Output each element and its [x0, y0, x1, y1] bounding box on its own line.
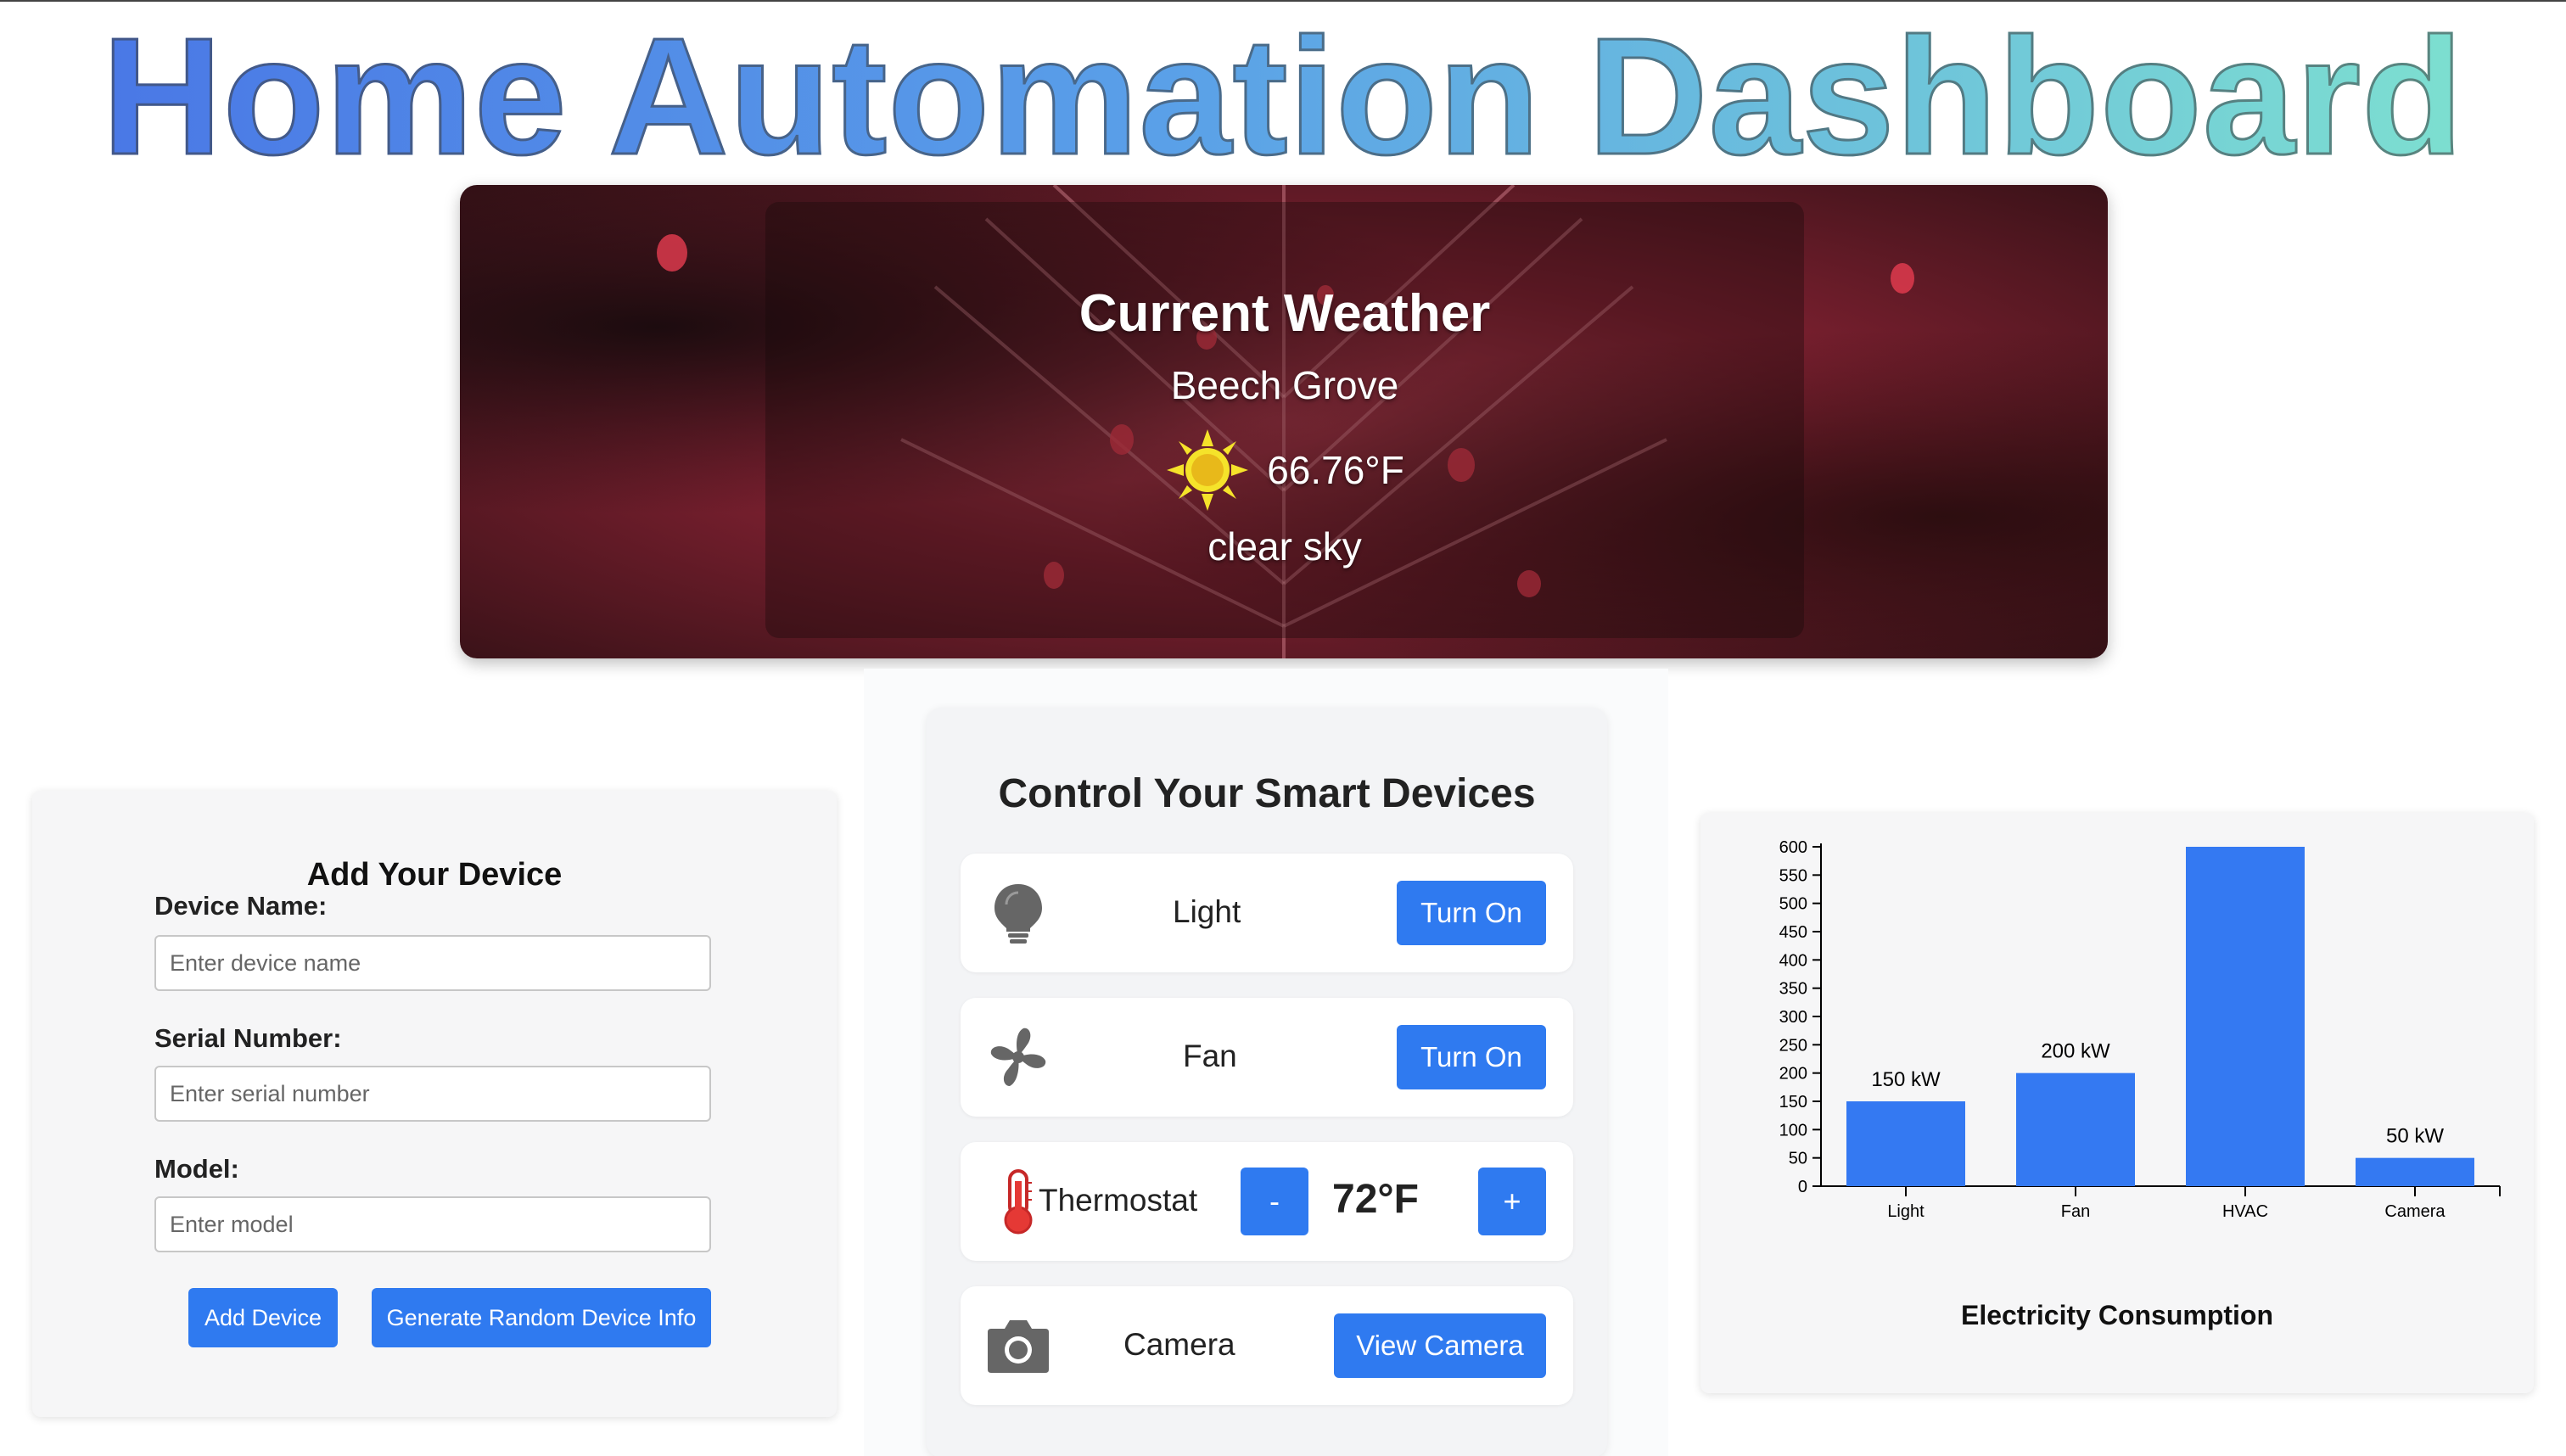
x-tick-label: Camera	[2384, 1202, 2446, 1221]
thermostat-increase-button[interactable]: +	[1478, 1168, 1546, 1235]
y-tick-label: 300	[1779, 1008, 1807, 1027]
camera-icon	[988, 1320, 1049, 1373]
weather-banner: Current Weather Beech Grove 66.76°F clea…	[460, 185, 2108, 658]
add-device-title: Add Your Device	[306, 857, 563, 893]
device-name-light: Light	[1173, 894, 1241, 929]
page-title: Home Automation Dashboard	[0, 10, 2566, 182]
device-row-fan: Fan Turn On	[961, 998, 1573, 1117]
device-name-input[interactable]	[154, 935, 711, 991]
page-title-text: Home Automation Dashboard	[101, 3, 2465, 189]
data-label: 150 kW	[1871, 1068, 1941, 1091]
data-label: 200 kW	[2041, 1040, 2110, 1063]
y-tick-label: 400	[1779, 951, 1807, 970]
lightbulb-icon	[994, 884, 1042, 944]
y-tick-label: 50	[1789, 1150, 1807, 1168]
serial-number-label: Serial Number:	[154, 1023, 342, 1053]
device-row-camera: Camera View Camera	[961, 1286, 1573, 1405]
sun-icon	[1167, 429, 1249, 511]
x-tick-label: HVAC	[2222, 1202, 2268, 1221]
fan-turn-on-button[interactable]: Turn On	[1397, 1025, 1546, 1089]
model-input[interactable]	[154, 1196, 711, 1252]
weather-description: clear sky	[1207, 524, 1362, 568]
light-turn-on-button[interactable]: Turn On	[1397, 881, 1546, 945]
bar-camera	[2356, 1157, 2474, 1186]
fan-icon	[990, 1028, 1046, 1086]
chart-caption: Electricity Consumption	[1960, 1300, 2274, 1330]
y-tick-label: 450	[1779, 923, 1807, 942]
weather-temp-row: 66.76°F	[765, 423, 1804, 517]
control-panel-title: Control Your Smart Devices	[998, 771, 1536, 816]
y-tick-label: 0	[1798, 1178, 1807, 1196]
device-row-thermostat: Thermostat - 72°F +	[961, 1142, 1573, 1261]
device-name-fan: Fan	[1183, 1039, 1237, 1073]
serial-number-input[interactable]	[154, 1066, 711, 1122]
y-tick-label: 150	[1779, 1093, 1807, 1112]
thermostat-decrease-button[interactable]: -	[1241, 1168, 1308, 1235]
x-tick-label: Fan	[2061, 1202, 2090, 1221]
weather-temperature: 66.76°F	[1267, 448, 1404, 492]
y-tick-label: 350	[1779, 980, 1807, 999]
y-tick-label: 250	[1779, 1036, 1807, 1055]
device-name-camera: Camera	[1123, 1327, 1235, 1362]
y-tick-label: 600	[1779, 838, 1807, 857]
weather-city: Beech Grove	[1170, 363, 1399, 407]
thermostat-value: 72°F	[1332, 1177, 1419, 1222]
weather-heading: Current Weather	[1079, 284, 1491, 343]
y-tick-label: 550	[1779, 866, 1807, 885]
device-name-label: Device Name:	[154, 891, 328, 921]
x-tick-label: Light	[1887, 1202, 1924, 1221]
view-camera-button[interactable]: View Camera	[1334, 1313, 1546, 1378]
bar-hvac	[2186, 847, 2305, 1186]
data-label: 50 kW	[2386, 1125, 2444, 1148]
weather-card: Current Weather Beech Grove 66.76°F clea…	[765, 202, 1804, 638]
y-tick-label: 500	[1779, 895, 1807, 914]
y-tick-label: 100	[1779, 1121, 1807, 1140]
electricity-bar-chart: 0 50 100 150 200 250 300 350 400 450 500 550 600 Ligh…	[1779, 838, 2501, 1221]
device-name-thermostat: Thermostat	[1039, 1183, 1198, 1218]
y-tick-label: 200	[1779, 1065, 1807, 1084]
electricity-chart-panel: 0 50 100 150 200 250 300 350 400 450 500 550 600 Ligh…	[1700, 813, 2534, 1393]
control-panel: Control Your Smart Devices Light Turn On…	[927, 708, 1607, 1456]
device-row-light: Light Turn On	[961, 854, 1573, 972]
add-device-panel: Add Your Device Device Name: Serial Numb…	[32, 791, 837, 1417]
bar-fan	[2016, 1072, 2135, 1186]
generate-random-device-button[interactable]: Generate Random Device Info	[372, 1288, 711, 1347]
add-device-button[interactable]: Add Device	[188, 1288, 338, 1347]
model-label: Model:	[154, 1154, 239, 1184]
bar-light	[1846, 1101, 1965, 1186]
